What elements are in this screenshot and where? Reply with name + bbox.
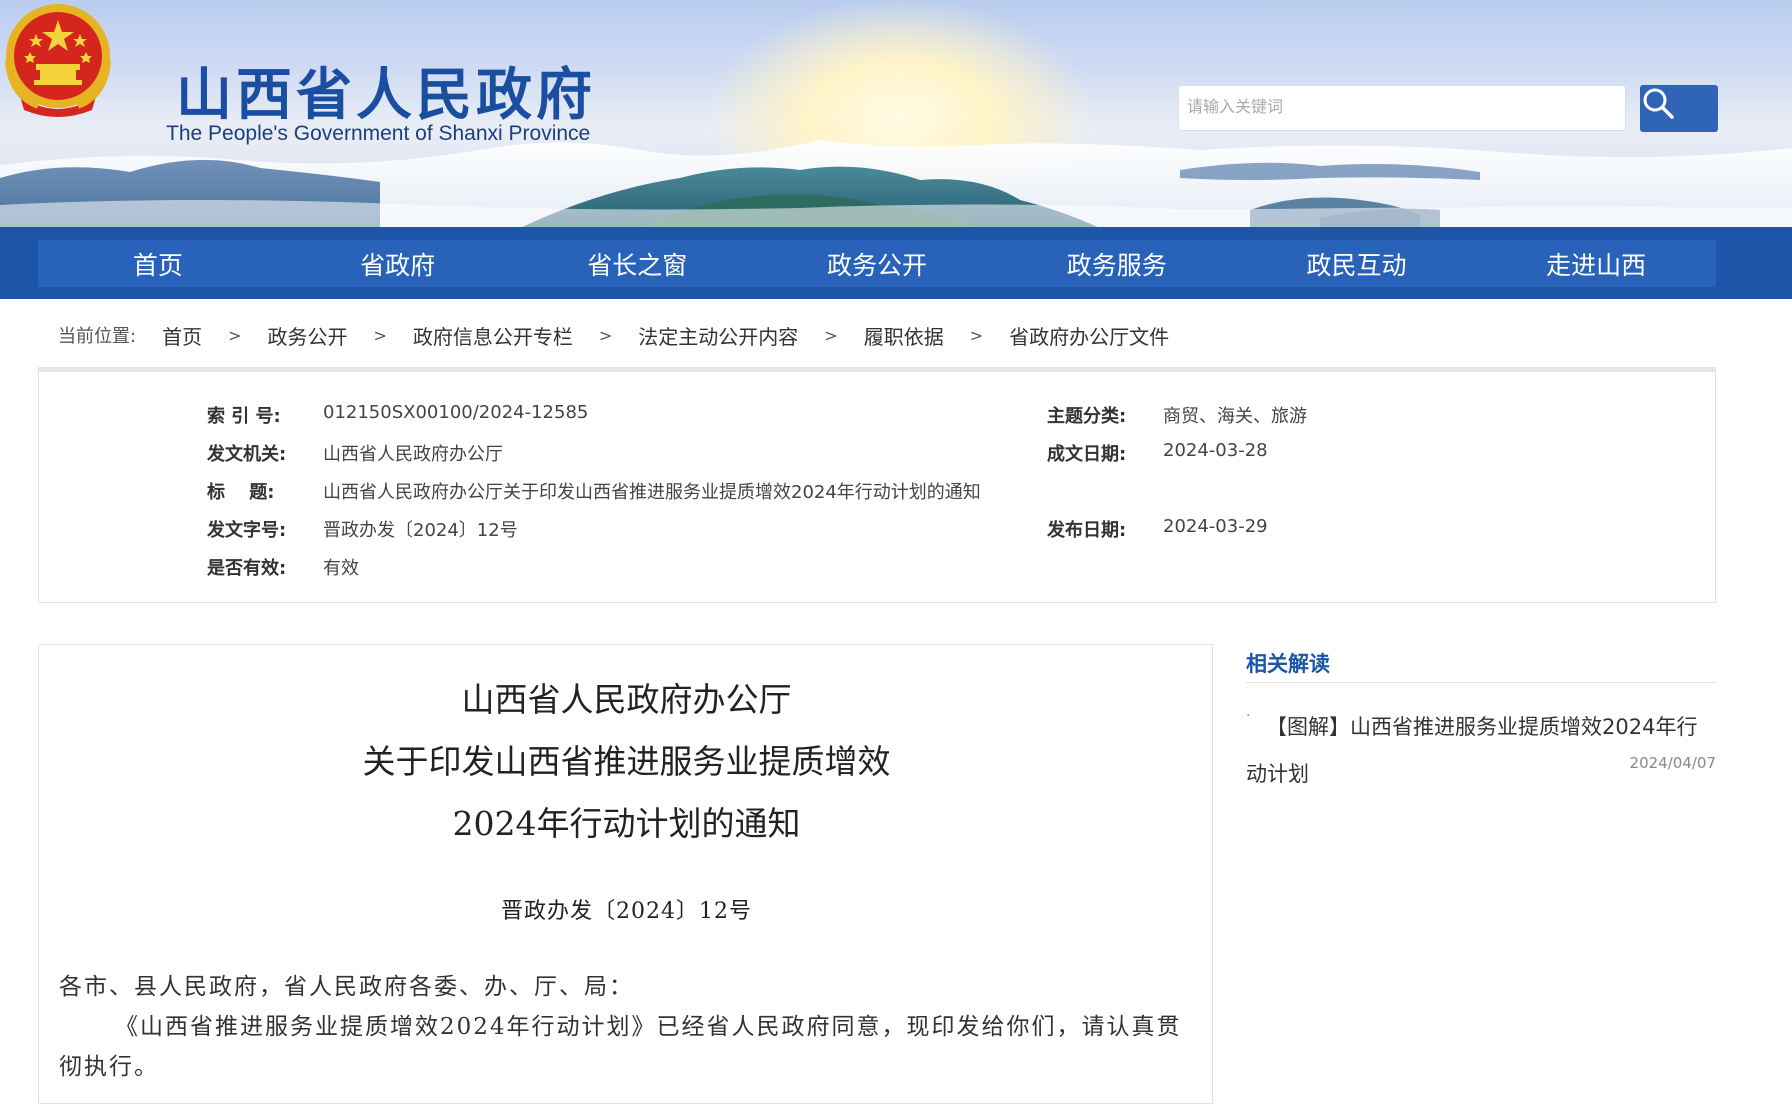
info-docno-value: 晋政办发〔2024〕12号 [323,520,518,541]
nav-item-provincial-government[interactable]: 省政府 [278,240,518,287]
nav-item-government-affairs-disclosure[interactable]: 政务公开 [757,240,997,287]
info-published-label: 发布日期: [1047,520,1127,541]
doc-body-paragraph: 《山西省推进服务业提质增效2024年行动计划》已经省人民政府同意，现印发给你们，… [59,1014,1182,1080]
related-item-title[interactable]: 【图解】山西省推进服务业提质增效2024年行 [1266,700,1706,754]
bullet-icon: · [1246,708,1251,724]
info-row-index: 索 引 号: 012150SX00100/2024-12585 [207,402,588,428]
info-index-label: 索 引 号: [207,406,281,427]
info-row-published-date: 发布日期: 2024-03-29 [1047,516,1268,542]
breadcrumb-separator: > [598,325,613,345]
info-topic-label: 主题分类: [1047,406,1127,427]
related-item-title-continued[interactable]: 动计划 [1246,754,1309,794]
breadcrumb-link-info-column[interactable]: 政府信息公开专栏 [413,321,573,350]
breadcrumb-link-statutory-content[interactable]: 法定主动公开内容 [638,321,798,350]
breadcrumb-separator: > [228,325,242,345]
search-icon [1643,88,1674,119]
breadcrumb-separator: > [824,325,838,345]
breadcrumb-link-office-documents[interactable]: 省政府办公厅文件 [1009,321,1169,350]
nav-bar-inner: 首页 省政府 省长之窗 政务公开 政务服务 政民互动 走进山西 [38,240,1716,287]
breadcrumb-link-disclosure[interactable]: 政务公开 [267,321,347,350]
info-title-label: 标 题: [207,482,275,503]
info-issuer-label: 发文机关: [207,444,287,465]
info-row-validity: 是否有效: 有效 [207,554,359,580]
breadcrumb-separator: > [969,325,984,345]
info-topic-value: 商贸、海关、旅游 [1163,406,1307,427]
doc-title-line3: 2024年行动计划的通知 [452,804,801,843]
info-row-doc-number: 发文字号: 晋政办发〔2024〕12号 [207,516,518,542]
site-title[interactable]: 山西省人民政府 [176,50,596,131]
info-published-value: 2024-03-29 [1163,516,1268,537]
breadcrumb-link-home[interactable]: 首页 [162,321,202,350]
header-banner: 山西省人民政府 The People's Government of Shanx… [0,0,1792,228]
doc-title-line1: 山西省人民政府办公厅 [461,680,792,719]
nav-item-home[interactable]: 首页 [38,240,278,287]
doc-number: 晋政办发〔2024〕12号 [501,899,752,924]
search-button[interactable] [1640,85,1718,132]
info-title-value: 山西省人民政府办公厅关于印发山西省推进服务业提质增效2024年行动计划的通知 [323,482,981,503]
related-item-date: 2024/04/07 [1629,754,1716,772]
info-created-value: 2024-03-28 [1163,440,1268,461]
breadcrumb: 当前位置: 首页 > 政务公开 > 政府信息公开专栏 > 法定主动公开内容 > … [58,318,1169,352]
article-content: 山西省人民政府办公厅 关于印发山西省推进服务业提质增效 2024年行动计划的通知… [38,644,1213,1104]
search-input[interactable] [1178,85,1626,131]
nav-item-governor-window[interactable]: 省长之窗 [517,240,757,287]
info-valid-label: 是否有效: [207,558,287,579]
related-divider [1246,682,1716,683]
breadcrumb-label: 当前位置: [58,326,137,347]
info-issuer-value: 山西省人民政府办公厅 [323,444,503,465]
info-row-topic: 主题分类: 商贸、海关、旅游 [1047,402,1307,428]
info-valid-value: 有效 [323,558,359,579]
breadcrumb-separator: > [373,325,387,345]
related-reading-title: 相关解读 [1246,652,1330,676]
nav-item-interaction[interactable]: 政民互动 [1237,240,1477,287]
breadcrumb-link-duty-basis[interactable]: 履职依据 [864,321,944,350]
info-row-created-date: 成文日期: 2024-03-28 [1047,440,1268,466]
document-info-box: 索 引 号: 012150SX00100/2024-12585 发文机关: 山西… [38,367,1716,603]
site-subtitle: The People's Government of Shanxi Provin… [166,122,591,145]
info-index-value: 012150SX00100/2024-12585 [323,402,589,423]
main-nav: 首页 省政府 省长之窗 政务公开 政务服务 政民互动 走进山西 [0,227,1792,299]
national-emblem-icon [5,4,111,117]
nav-item-government-services[interactable]: 政务服务 [997,240,1237,287]
info-row-issuer: 发文机关: 山西省人民政府办公厅 [207,440,503,466]
doc-salutation: 各市、县人民政府，省人民政府各委、办、厅、局： [59,974,634,1000]
info-created-label: 成文日期: [1047,444,1127,465]
doc-title-line2: 关于印发山西省推进服务业提质增效 [362,742,891,781]
info-docno-label: 发文字号: [207,520,287,541]
info-row-title: 标 题: 山西省人民政府办公厅关于印发山西省推进服务业提质增效2024年行动计划… [207,478,981,504]
nav-item-about-shanxi[interactable]: 走进山西 [1476,240,1716,287]
